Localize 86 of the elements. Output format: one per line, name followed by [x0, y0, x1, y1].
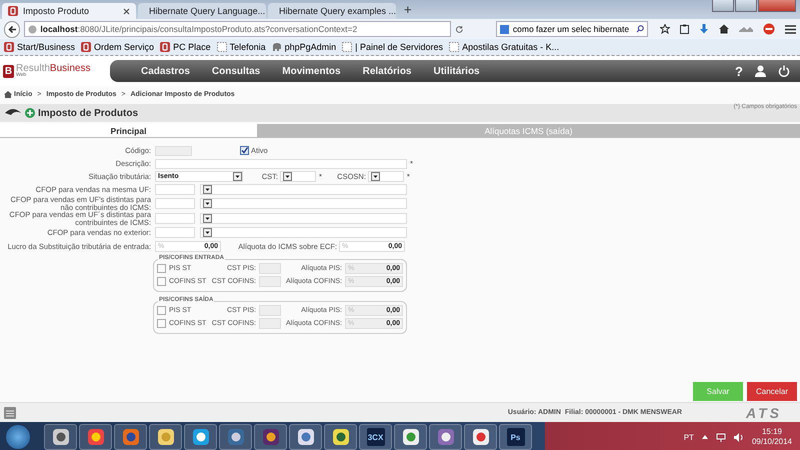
app-icon[interactable] — [226, 428, 244, 446]
search-field[interactable]: como fazer um selec hibernate — [496, 21, 648, 37]
page-icon — [216, 42, 227, 52]
code-field[interactable] — [155, 146, 192, 156]
back-button[interactable] — [4, 20, 20, 38]
checkbox[interactable] — [157, 306, 166, 315]
menu-item[interactable]: Consultas — [200, 66, 272, 76]
app-icon[interactable] — [86, 428, 104, 446]
csosn-select[interactable] — [368, 171, 404, 182]
minimize-button[interactable] — [712, 0, 734, 12]
cst-field[interactable] — [259, 276, 281, 287]
bookmark[interactable]: Start/Business — [4, 42, 76, 52]
cst-field[interactable] — [259, 318, 281, 329]
home-icon — [4, 90, 12, 98]
user-icon[interactable] — [755, 65, 766, 77]
network-icon[interactable] — [716, 432, 726, 442]
browser-tab[interactable]: Hibernate Query examples ... — [268, 3, 396, 19]
adblock-icon[interactable] — [762, 23, 775, 35]
bookmark[interactable]: PC Place — [160, 42, 211, 52]
menu-item[interactable]: Relatórios — [352, 66, 422, 76]
back-arrow-icon[interactable] — [4, 108, 22, 118]
app-icon[interactable] — [262, 428, 280, 446]
help-button[interactable]: ? — [735, 64, 743, 78]
cfop-code-field[interactable] — [155, 213, 195, 224]
checkbox[interactable] — [157, 319, 166, 328]
cst-field[interactable] — [259, 263, 281, 274]
cst-select[interactable] — [280, 171, 316, 182]
reload-icon[interactable] — [455, 24, 464, 34]
tray-arrow-icon[interactable] — [702, 435, 708, 439]
bookmark[interactable]: | Painel de Servidores — [342, 42, 444, 52]
cst-field[interactable] — [259, 305, 281, 316]
app-favicon-icon — [81, 42, 92, 52]
search-icon[interactable] — [636, 25, 644, 33]
address-field[interactable]: localhost:8080/JLite/principais/consultaImpostoProduto.ats?conversationContext=2 — [24, 21, 452, 37]
menu-item[interactable]: Utilitários — [422, 66, 491, 76]
app-icon[interactable] — [332, 428, 350, 446]
menu-icon[interactable] — [784, 24, 796, 34]
bookmark[interactable]: phpPgAdmin — [272, 42, 336, 52]
add-icon — [25, 108, 35, 118]
clipboard-icon[interactable] — [680, 24, 689, 34]
power-icon[interactable] — [778, 65, 790, 77]
menu-item[interactable]: Cadastros — [130, 66, 201, 76]
logo-mark: B — [3, 64, 14, 78]
cfop-code-field[interactable] — [155, 198, 195, 209]
bookmark[interactable]: Telefonia — [216, 42, 266, 52]
app-icon[interactable] — [296, 428, 314, 446]
menu-item[interactable]: Movimentos — [271, 66, 352, 76]
app-icon[interactable] — [472, 428, 490, 446]
app-icon[interactable] — [436, 428, 454, 446]
page-icon — [449, 42, 460, 52]
page-title: Imposto de Produtos — [38, 108, 138, 118]
app-icon[interactable] — [402, 428, 420, 446]
checkbox[interactable] — [240, 146, 249, 155]
back-arrow-icon[interactable] — [8, 24, 17, 34]
language-indicator[interactable]: PT — [684, 432, 694, 442]
app-icon[interactable] — [156, 428, 174, 446]
page-icon — [342, 42, 352, 52]
app-favicon-icon — [4, 42, 14, 52]
app-icon[interactable] — [192, 428, 210, 446]
download-icon[interactable] — [698, 24, 709, 34]
app-favicon-icon — [8, 6, 18, 16]
cancel-button[interactable]: Cancelar — [747, 382, 797, 401]
form-tab[interactable]: Principal — [0, 124, 257, 138]
taskbar-app[interactable]: 3CX — [359, 424, 392, 450]
bookmark[interactable]: Ordem Serviço — [81, 42, 154, 52]
checkbox[interactable] — [157, 277, 166, 286]
cfop-code-field[interactable] — [155, 184, 195, 195]
browser-tab[interactable]: Hibernate Query Language... — [138, 3, 266, 19]
maximize-button[interactable] — [735, 0, 757, 12]
description-field[interactable] — [155, 158, 407, 168]
clock[interactable]: 15:19 09/10/2014 — [752, 427, 792, 447]
bookmark[interactable]: Apostilas Gratuitas - K... — [449, 42, 560, 52]
close-icon[interactable] — [123, 8, 130, 14]
volume-icon[interactable] — [734, 432, 744, 442]
new-tab-button[interactable]: + — [398, 2, 418, 17]
taskbar-app[interactable]: Ps — [499, 424, 532, 450]
start-button[interactable] — [6, 425, 30, 449]
checkbox[interactable] — [157, 264, 166, 273]
app-icon[interactable] — [52, 428, 70, 446]
browser-tab[interactable]: Imposto Produto — [2, 3, 136, 19]
home-icon[interactable] — [718, 24, 729, 34]
app-favicon-icon — [160, 42, 170, 52]
star-icon[interactable] — [660, 24, 670, 34]
elephant-icon — [272, 42, 282, 52]
company-logo: ATS — [746, 404, 783, 420]
cfop-code-field[interactable] — [155, 227, 195, 238]
